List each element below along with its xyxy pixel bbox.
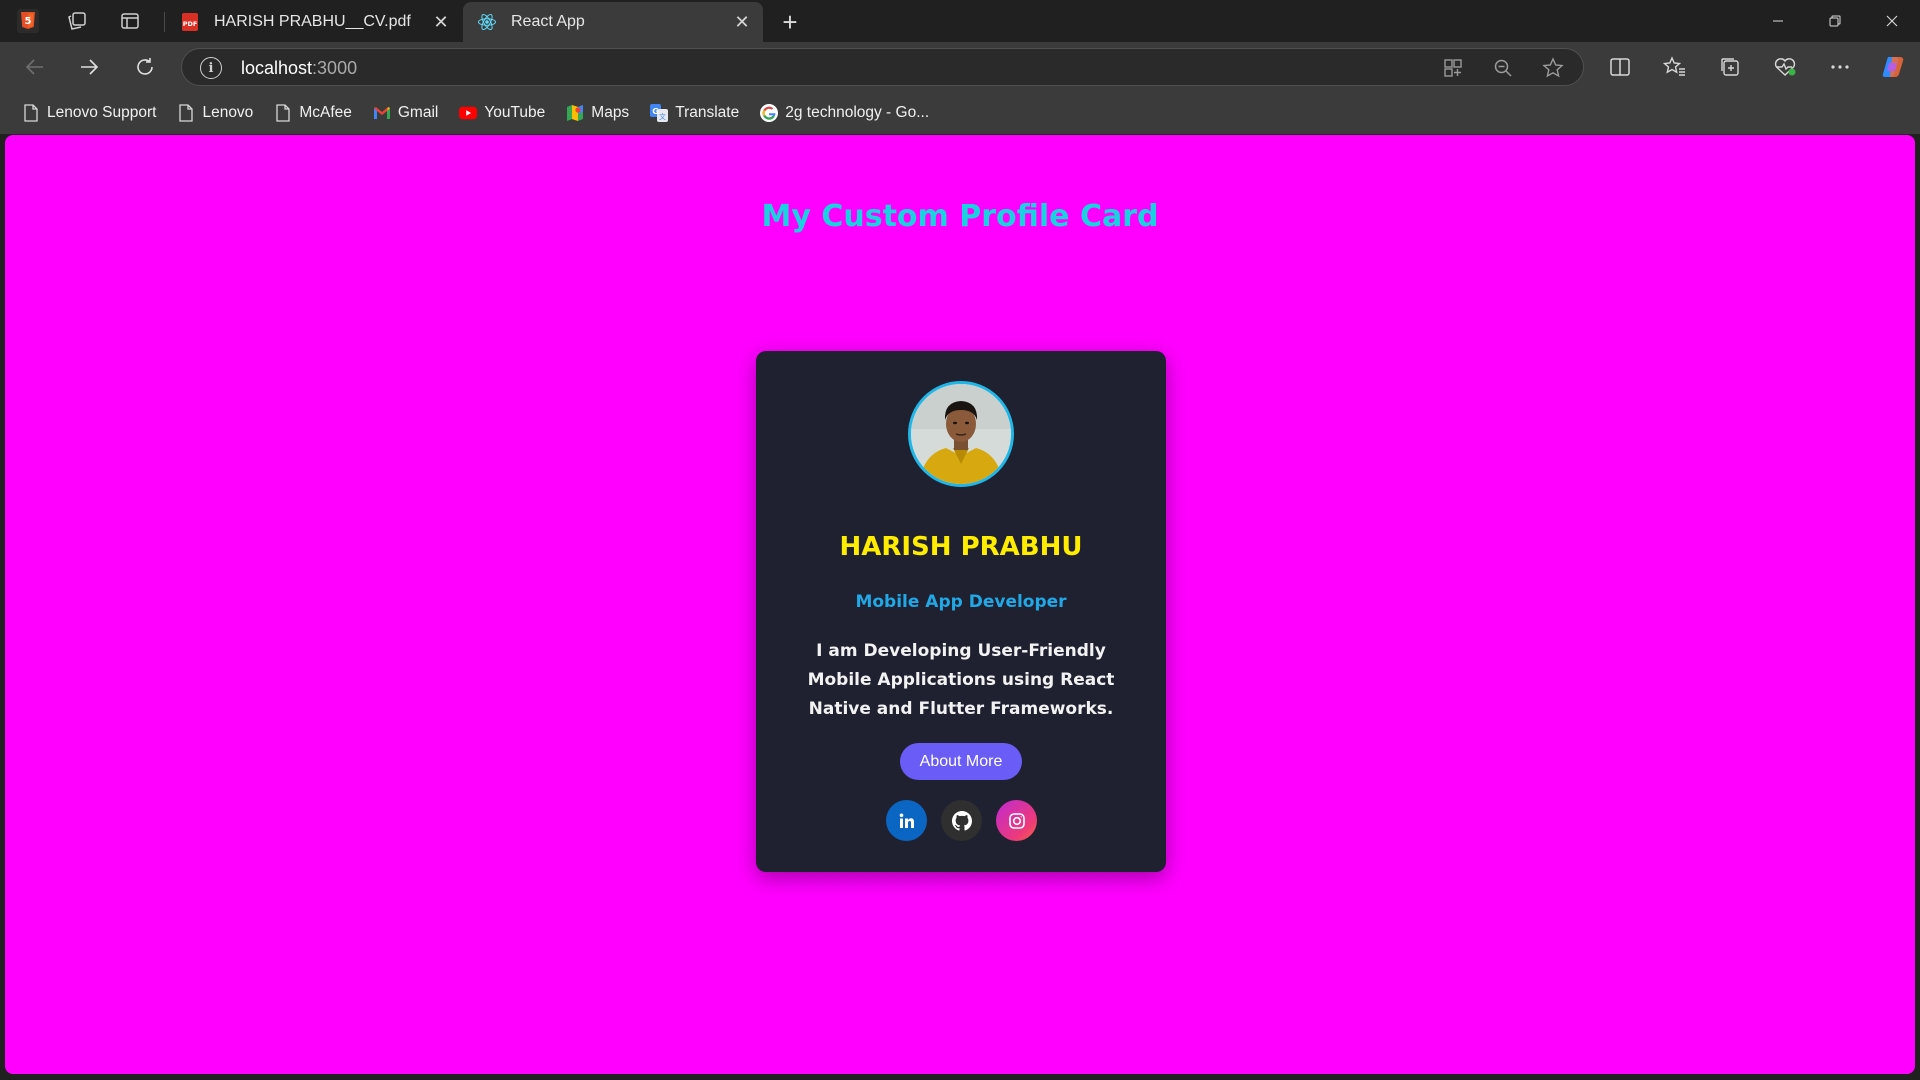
- zoom-out-icon[interactable]: [1491, 56, 1515, 80]
- svg-text:文: 文: [659, 112, 666, 121]
- browser-essentials-icon[interactable]: [1771, 53, 1799, 81]
- page-icon: [177, 104, 195, 122]
- refresh-icon[interactable]: [128, 51, 162, 83]
- bookmark-youtube[interactable]: YouTube: [453, 98, 551, 128]
- bookmark-translate[interactable]: G文 Translate: [644, 98, 745, 128]
- html5-profile-icon[interactable]: 5: [13, 7, 43, 35]
- bookmarks-bar: Lenovo Support Lenovo McAfee Gmail YouTu…: [0, 92, 1920, 134]
- pdf-icon: PDF: [180, 12, 200, 32]
- restore-icon[interactable]: [1806, 0, 1863, 42]
- new-tab-button[interactable]: +: [775, 7, 805, 37]
- linkedin-icon[interactable]: [886, 800, 927, 841]
- app-available-icon[interactable]: [1441, 56, 1465, 80]
- favorites-icon[interactable]: [1661, 53, 1689, 81]
- tab-separator: [164, 12, 165, 32]
- translate-icon: G文: [650, 104, 669, 122]
- react-icon: [477, 12, 497, 32]
- close-window-icon[interactable]: [1863, 0, 1920, 42]
- forward-arrow-icon[interactable]: [72, 51, 106, 83]
- page-title: My Custom Profile Card: [761, 199, 1159, 234]
- close-tab-icon[interactable]: ✕: [430, 11, 452, 33]
- bookmark-label: YouTube: [484, 104, 546, 121]
- back-arrow-icon[interactable]: [18, 51, 52, 83]
- bookmark-label: McAfee: [299, 104, 352, 121]
- browser-toolbar: i localhost:3000: [0, 42, 1920, 92]
- github-icon[interactable]: [941, 800, 982, 841]
- youtube-icon: [459, 104, 478, 122]
- page-icon: [274, 104, 292, 122]
- tab-strip: 5 PDF HARISH PRABHU__CV.pdf ✕ React App …: [0, 0, 1920, 42]
- bookmark-mcafee[interactable]: McAfee: [268, 98, 358, 128]
- bookmark-label: Gmail: [397, 104, 439, 121]
- tab-title: HARISH PRABHU__CV.pdf: [214, 13, 411, 30]
- maps-icon: [566, 104, 584, 122]
- split-screen-icon[interactable]: [1606, 53, 1634, 81]
- bookmark-label: Maps: [591, 104, 630, 121]
- svg-text:G: G: [652, 107, 659, 116]
- tab-title: React App: [511, 13, 585, 30]
- bookmark-label: 2g technology - Go...: [785, 104, 930, 121]
- minimize-icon[interactable]: [1749, 0, 1806, 42]
- bookmark-label: Lenovo Support: [47, 104, 157, 121]
- bookmark-label: Lenovo: [202, 104, 254, 121]
- gmail-icon: [373, 104, 391, 122]
- collections-icon[interactable]: [1716, 53, 1744, 81]
- avatar: [908, 381, 1014, 487]
- url-text[interactable]: localhost:3000: [241, 58, 357, 79]
- page-viewport: My Custom Profile Card HARISH PRABHU Mob…: [5, 135, 1915, 1074]
- bookmark-lenovo[interactable]: Lenovo: [171, 98, 259, 128]
- profile-card: HARISH PRABHU Mobile App Developer I am …: [756, 351, 1166, 872]
- svg-text:5: 5: [25, 16, 32, 27]
- site-info-icon[interactable]: i: [200, 57, 222, 79]
- close-tab-icon[interactable]: ✕: [731, 11, 753, 33]
- favorite-star-icon[interactable]: [1541, 56, 1565, 80]
- instagram-icon[interactable]: [996, 800, 1037, 841]
- bookmark-2g-technology[interactable]: 2g technology - Go...: [754, 98, 935, 128]
- profile-role: Mobile App Developer: [855, 592, 1067, 612]
- profile-name: HARISH PRABHU: [839, 532, 1083, 562]
- copilot-icon[interactable]: [1879, 53, 1907, 81]
- about-more-button[interactable]: About More: [900, 743, 1022, 780]
- more-options-icon[interactable]: [1826, 53, 1854, 81]
- address-bar[interactable]: i localhost:3000: [181, 48, 1584, 86]
- bookmark-maps[interactable]: Maps: [560, 98, 635, 128]
- tab-cv-pdf[interactable]: PDF HARISH PRABHU__CV.pdf ✕: [166, 2, 462, 42]
- window-bottom-edge: [0, 1076, 1920, 1080]
- google-icon: [760, 104, 779, 122]
- page-icon: [22, 104, 40, 122]
- profile-bio: I am Developing User-Friendly Mobile App…: [807, 641, 1115, 719]
- tab-react-app[interactable]: React App ✕: [463, 2, 763, 42]
- svg-text:PDF: PDF: [183, 20, 198, 28]
- bookmark-label: Translate: [675, 104, 740, 121]
- workspaces-icon[interactable]: [62, 7, 92, 35]
- bookmark-gmail[interactable]: Gmail: [367, 98, 444, 128]
- tab-actions-icon[interactable]: [115, 7, 145, 35]
- bookmark-lenovo-support[interactable]: Lenovo Support: [16, 98, 162, 128]
- window-controls: [1749, 0, 1920, 42]
